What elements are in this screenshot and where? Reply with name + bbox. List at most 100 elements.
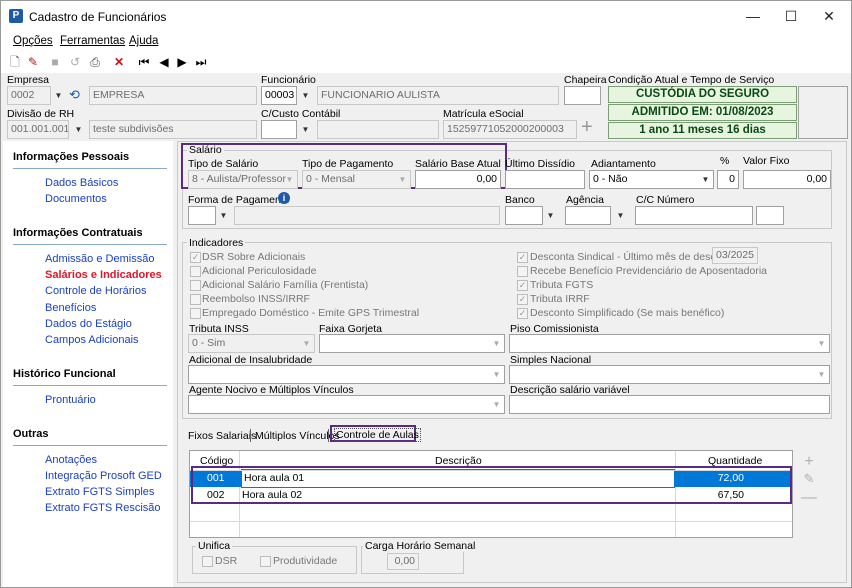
tab-controle-aulas[interactable]: Controle de Aulas xyxy=(334,428,421,442)
last-record-icon[interactable]: ⏭ xyxy=(193,54,209,70)
sidebar-item-horarios[interactable]: Controle de Horários xyxy=(45,285,147,297)
sindical-checkbox[interactable]: ✓ xyxy=(517,252,528,263)
piso-dropdown-icon[interactable]: ▼ xyxy=(814,335,829,352)
reembolso-checkbox[interactable] xyxy=(190,294,201,305)
forma-pagamento-select[interactable] xyxy=(188,206,216,225)
empresa-code-field[interactable]: 0002 xyxy=(7,86,51,105)
banco-label: Banco xyxy=(505,194,535,206)
forma-pagamento-dropdown-icon[interactable]: ▼ xyxy=(216,207,231,224)
funcionario-code-field[interactable]: 00003 xyxy=(261,86,297,105)
undo-icon[interactable]: ↺ xyxy=(67,54,83,70)
info-icon[interactable]: i xyxy=(278,192,290,204)
periculosidade-checkbox[interactable] xyxy=(190,266,201,277)
close-button[interactable]: ✕ xyxy=(814,5,844,27)
menu-opcoes[interactable]: Opções xyxy=(13,35,53,47)
sidebar-item-fgts-rescisao[interactable]: Extrato FGTS Rescisão xyxy=(45,502,161,514)
tributa-inss-dropdown-icon[interactable]: ▼ xyxy=(299,335,314,352)
faixa-gorjeta-select[interactable] xyxy=(319,334,505,353)
sidebar-item-documentos[interactable]: Documentos xyxy=(45,193,107,205)
tab-fixos-salariais[interactable]: Fixos Salariais xyxy=(188,430,256,442)
unifica-dsr-checkbox[interactable] xyxy=(202,556,213,567)
agencia-field[interactable] xyxy=(565,206,611,225)
sidebar-item-campos-adicionais[interactable]: Campos Adicionais xyxy=(45,334,139,346)
tributa-inss-select[interactable]: 0 - Sim xyxy=(188,334,315,353)
dsr-checkbox[interactable]: ✓ xyxy=(190,252,201,263)
tab-multiplos-vinculos[interactable]: Múltiplos Vínculos xyxy=(255,430,340,442)
salario-base-field[interactable]: 0,00 xyxy=(415,170,501,189)
insalubridade-dropdown-icon[interactable]: ▼ xyxy=(489,366,504,383)
divisao-dropdown-icon[interactable]: ▼ xyxy=(71,121,86,138)
insalubridade-select[interactable] xyxy=(188,365,505,384)
banco-dropdown-icon[interactable]: ▼ xyxy=(543,207,558,224)
print-icon[interactable]: ⎙ xyxy=(87,54,103,70)
remove-row-icon[interactable]: — xyxy=(801,489,817,507)
ccusto-field[interactable] xyxy=(261,120,297,139)
sindical-month-field[interactable]: 03/2025 xyxy=(712,247,758,264)
sidebar-item-fgts-simples[interactable]: Extrato FGTS Simples xyxy=(45,486,154,498)
tributa-fgts-checkbox[interactable]: ✓ xyxy=(517,280,528,291)
domestico-checkbox[interactable] xyxy=(190,308,201,319)
next-record-icon[interactable]: ▶ xyxy=(174,54,190,70)
maximize-button[interactable]: ☐ xyxy=(776,5,806,27)
unifica-produtividade-checkbox[interactable] xyxy=(260,556,271,567)
sidebar-item-admissao[interactable]: Admissão e Demissão xyxy=(45,253,154,265)
first-record-icon[interactable]: ⏮ xyxy=(136,54,152,70)
divisao-code-field[interactable]: 001.001.001 xyxy=(7,120,69,139)
sidebar-item-anotacoes[interactable]: Anotações xyxy=(45,454,97,466)
sidebar-item-dados-basicos[interactable]: Dados Básicos xyxy=(45,177,118,189)
empresa-dropdown-icon[interactable]: ▼ xyxy=(51,87,66,104)
previous-record-icon[interactable]: ◀ xyxy=(156,54,172,70)
ultimo-dissidio-field[interactable] xyxy=(505,170,585,189)
tributa-irrf-checkbox[interactable]: ✓ xyxy=(517,294,528,305)
photo-box[interactable] xyxy=(798,86,848,139)
funcionario-label: Funcionário xyxy=(261,74,316,86)
tipo-pagamento-label: Tipo de Pagamento xyxy=(302,158,394,170)
sidebar-item-ged[interactable]: Integração Prosoft GED xyxy=(45,470,162,482)
adiantamento-select[interactable]: 0 - Não xyxy=(589,170,714,189)
tipo-salario-dropdown-icon[interactable]: ▼ xyxy=(282,171,297,188)
tipo-salario-label: Tipo de Salário xyxy=(188,158,259,170)
minimize-button[interactable]: — xyxy=(738,5,768,27)
salario-familia-checkbox[interactable] xyxy=(190,280,201,291)
add-row-icon[interactable]: + xyxy=(801,453,817,471)
faixa-gorjeta-dropdown-icon[interactable]: ▼ xyxy=(489,335,504,352)
matricula-label: Matrícula eSocial xyxy=(443,108,524,120)
adiantamento-dropdown-icon[interactable]: ▼ xyxy=(698,171,713,188)
menu-ferramentas[interactable]: Ferramentas xyxy=(60,35,125,47)
chapeira-label: Chapeira xyxy=(564,74,607,86)
simples-select[interactable] xyxy=(509,365,830,384)
valor-fixo-field[interactable]: 0,00 xyxy=(743,170,831,189)
carga-field[interactable]: 0,00 xyxy=(387,553,419,570)
add-icon[interactable]: + xyxy=(581,117,593,137)
sidebar-item-estagio[interactable]: Dados do Estágio xyxy=(45,318,132,330)
funcionario-dropdown-icon[interactable]: ▼ xyxy=(298,87,313,104)
edit-row-icon[interactable]: ✎ xyxy=(801,471,817,487)
salario-familia-label: Adicional Salário Família (Frentista) xyxy=(202,279,369,291)
chapeira-field[interactable] xyxy=(564,86,601,105)
agente-select[interactable] xyxy=(188,395,505,414)
reembolso-label: Reembolso INSS/IRRF xyxy=(202,293,310,305)
ccusto-dropdown-icon[interactable]: ▼ xyxy=(298,121,313,138)
agencia-dropdown-icon[interactable]: ▼ xyxy=(613,207,628,224)
desconto-simplificado-checkbox[interactable]: ✓ xyxy=(517,308,528,319)
delete-icon[interactable]: ✕ xyxy=(111,54,127,70)
forma-pagamento-desc xyxy=(234,206,500,225)
menu-ajuda[interactable]: Ajuda xyxy=(129,35,158,47)
save-icon[interactable]: ■ xyxy=(47,54,63,70)
cc-digito-field[interactable] xyxy=(756,206,784,225)
cc-numero-field[interactable] xyxy=(635,206,753,225)
edit-icon[interactable]: ✎ xyxy=(25,54,41,70)
refresh-icon[interactable]: ⟲ xyxy=(69,87,80,103)
tipo-pagamento-dropdown-icon[interactable]: ▼ xyxy=(395,171,410,188)
agente-dropdown-icon[interactable]: ▼ xyxy=(489,396,504,413)
aposentadoria-checkbox[interactable] xyxy=(517,266,528,277)
sidebar-item-beneficios[interactable]: Benefícios xyxy=(45,302,96,314)
simples-dropdown-icon[interactable]: ▼ xyxy=(814,366,829,383)
pct-field[interactable]: 0 xyxy=(717,170,739,189)
banco-field[interactable] xyxy=(505,206,543,225)
new-icon[interactable]: 🗋 xyxy=(7,54,23,70)
piso-select[interactable] xyxy=(509,334,830,353)
sidebar-item-salarios[interactable]: Salários e Indicadores xyxy=(45,269,162,281)
descricao-var-field[interactable] xyxy=(509,395,830,414)
sidebar-item-prontuario[interactable]: Prontuário xyxy=(45,394,96,406)
